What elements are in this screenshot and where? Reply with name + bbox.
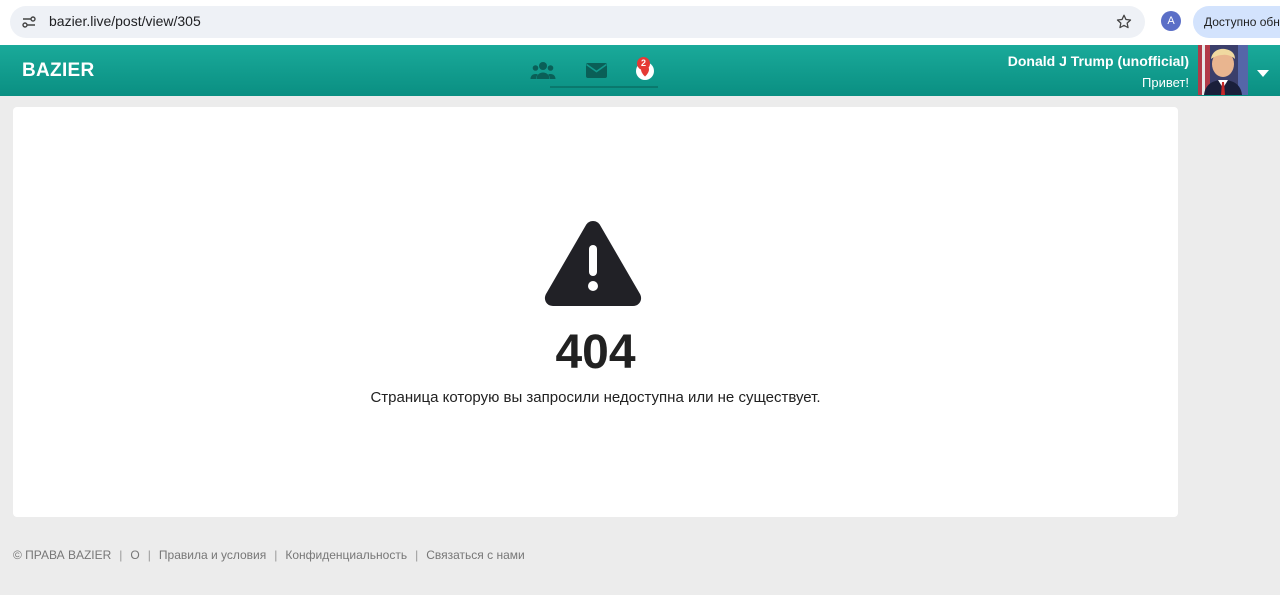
warning-icon xyxy=(544,221,642,306)
site-info-icon[interactable] xyxy=(22,15,36,29)
friends-icon[interactable] xyxy=(530,58,556,82)
user-name[interactable]: Donald J Trump (unofficial) xyxy=(1008,53,1189,69)
footer-separator: | xyxy=(119,548,123,562)
browser-update-button[interactable]: Доступно обн xyxy=(1193,6,1280,38)
user-menu-caret-icon[interactable] xyxy=(1257,70,1269,77)
browser-profile-avatar[interactable]: A xyxy=(1161,11,1181,31)
error-code: 404 xyxy=(555,326,636,379)
address-bar[interactable]: bazier.live/post/view/305 xyxy=(10,6,1145,38)
url-text[interactable]: bazier.live/post/view/305 xyxy=(49,13,201,29)
user-avatar[interactable] xyxy=(1198,45,1248,95)
app-header: BAZIER 2 Donald J Trump (unofficial) При… xyxy=(0,45,1280,96)
footer-link-privacy[interactable]: Конфиденциальность xyxy=(285,548,407,562)
browser-toolbar: bazier.live/post/view/305 A Доступно обн xyxy=(0,0,1280,45)
footer-separator: | xyxy=(274,548,278,562)
nav-underline xyxy=(550,86,658,88)
error-card: 404 Страница которую вы запросили недост… xyxy=(13,107,1178,517)
bookmark-star-icon[interactable] xyxy=(1115,13,1133,31)
footer-separator: | xyxy=(147,548,151,562)
footer-link-about[interactable]: О xyxy=(130,548,139,562)
error-message: Страница которую вы запросили недоступна… xyxy=(370,389,821,406)
notification-count-badge: 2 xyxy=(637,57,650,70)
footer-copyright: © ПРАВА BAZIER xyxy=(13,548,112,562)
footer-separator: | xyxy=(415,548,419,562)
user-greeting: Привет! xyxy=(1142,75,1189,90)
brand-logo[interactable]: BAZIER xyxy=(22,60,95,82)
messages-icon[interactable] xyxy=(584,58,610,82)
footer: © ПРАВА BAZIER | О | Правила и условия | Конфи… xyxy=(13,548,525,562)
footer-link-contact[interactable]: Связаться с нами xyxy=(426,548,524,562)
footer-link-terms[interactable]: Правила и условия xyxy=(159,548,266,562)
